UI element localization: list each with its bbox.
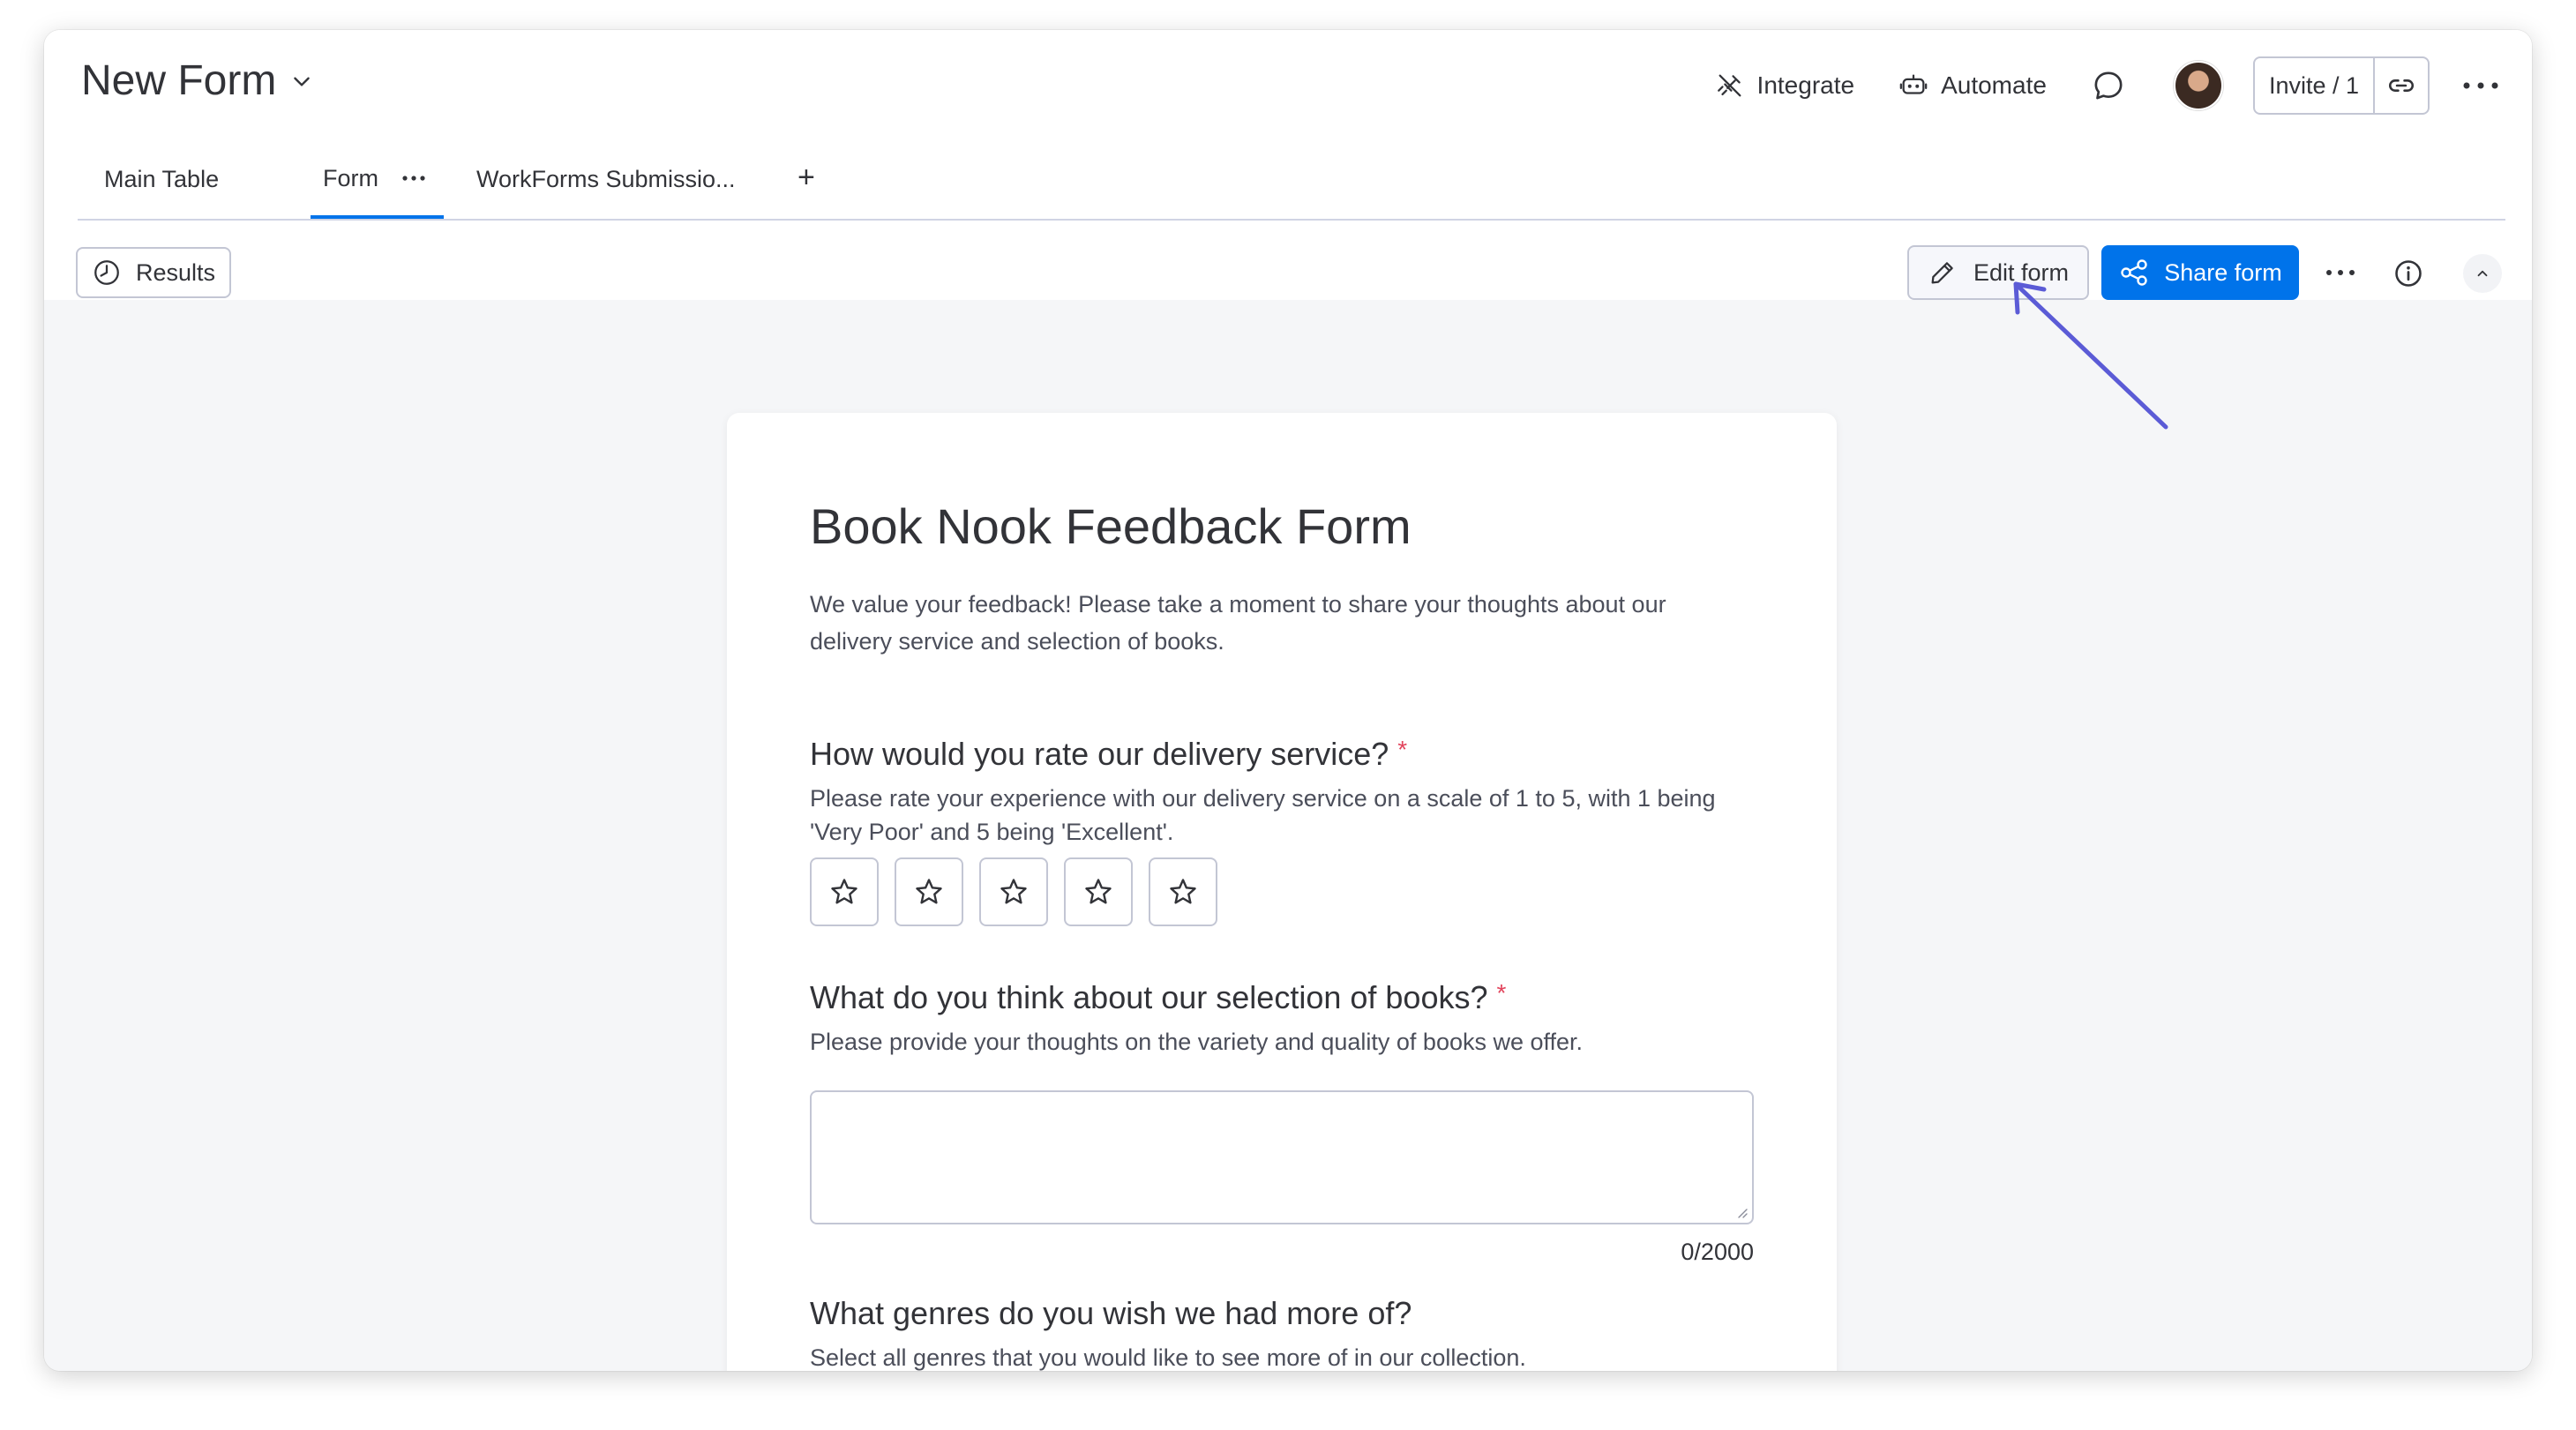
more-horizontal-icon[interactable] bbox=[2325, 268, 2355, 277]
required-mark: * bbox=[1496, 979, 1507, 1007]
form-description: We value your feedback! Please take a mo… bbox=[810, 591, 1666, 655]
rating-star-3[interactable] bbox=[979, 857, 1048, 926]
chat-bubble-icon[interactable] bbox=[2091, 68, 2126, 103]
invite-button[interactable]: Invite / 1 bbox=[2255, 58, 2375, 113]
question-title: What do you think about our selection of… bbox=[810, 979, 1506, 1016]
automate-button[interactable]: Automate bbox=[1898, 71, 2047, 101]
rating-star-1[interactable] bbox=[810, 857, 879, 926]
tab-main-table[interactable]: Main Table bbox=[78, 141, 245, 217]
more-horizontal-icon[interactable] bbox=[401, 175, 426, 182]
question-description: Please provide your thoughts on the vari… bbox=[810, 1029, 1584, 1055]
star-outline-icon bbox=[1170, 879, 1196, 904]
form-title: Book Nook Feedback Form bbox=[810, 498, 1412, 554]
integrate-label: Integrate bbox=[1756, 71, 1855, 99]
star-outline-icon bbox=[1000, 879, 1027, 904]
question-description: Select all genres that you would like to… bbox=[810, 1344, 1526, 1371]
annotation-arrow bbox=[2013, 281, 2168, 430]
chevron-up-icon bbox=[2477, 270, 2488, 277]
star-outline-icon bbox=[831, 879, 857, 904]
rating-star-2[interactable] bbox=[895, 857, 963, 926]
question-title-text: What genres do you wish we had more of? bbox=[810, 1295, 1412, 1331]
collapse-toolbar-button[interactable] bbox=[2463, 254, 2502, 293]
rating-star-4[interactable] bbox=[1064, 857, 1133, 926]
star-outline-icon bbox=[1085, 879, 1112, 904]
view-tabs: Main Table Form WorkForms Submissio... + bbox=[78, 141, 2505, 221]
link-icon bbox=[2389, 79, 2414, 92]
clock-icon bbox=[94, 260, 119, 285]
form-preview-canvas: Book Nook Feedback Form We value your fe… bbox=[44, 300, 2532, 1371]
board-title[interactable]: New Form bbox=[81, 56, 313, 105]
avatar[interactable] bbox=[2173, 61, 2223, 110]
question-title-text: How would you rate our delivery service? bbox=[810, 736, 1389, 772]
tab-label: WorkForms Submissio... bbox=[476, 165, 736, 192]
rating-star-5[interactable] bbox=[1149, 857, 1217, 926]
invite-group: Invite / 1 bbox=[2252, 56, 2430, 115]
integrate-button[interactable]: Integrate bbox=[1715, 71, 1855, 101]
character-counter: 0/2000 bbox=[1681, 1239, 1754, 1265]
board-header: New Form Integrate Automate Invite / 1 M… bbox=[44, 30, 2532, 302]
tab-label: Form bbox=[323, 164, 378, 191]
top-actions: Integrate Automate Invite / 1 bbox=[1715, 55, 2500, 116]
resize-handle-icon[interactable] bbox=[1734, 1205, 1749, 1219]
add-view-button[interactable]: + bbox=[798, 161, 815, 195]
rating-stars bbox=[810, 857, 1217, 926]
question-description: Please rate your experience with our del… bbox=[810, 785, 1716, 845]
app-window: New Form Integrate Automate Invite / 1 M… bbox=[44, 30, 2532, 1371]
tab-form[interactable]: Form bbox=[311, 141, 444, 219]
chevron-down-icon[interactable] bbox=[290, 70, 313, 93]
pencil-icon bbox=[1931, 262, 1953, 284]
question-title: What genres do you wish we had more of? bbox=[810, 1295, 1412, 1332]
question-title-text: What do you think about our selection of… bbox=[810, 979, 1488, 1015]
tab-label: Main Table bbox=[104, 165, 220, 192]
question-title: How would you rate our delivery service?… bbox=[810, 736, 1407, 773]
more-horizontal-icon[interactable] bbox=[2461, 79, 2500, 92]
integrate-icon bbox=[1717, 74, 1741, 97]
board-title-text: New Form bbox=[81, 57, 277, 104]
results-button[interactable]: Results bbox=[76, 247, 232, 298]
required-mark: * bbox=[1397, 736, 1408, 763]
star-outline-icon bbox=[916, 879, 942, 904]
info-icon[interactable] bbox=[2393, 258, 2424, 289]
form-card: Book Nook Feedback Form We value your fe… bbox=[727, 413, 1837, 1371]
copy-link-button[interactable] bbox=[2375, 58, 2428, 113]
tab-workforms-submissions[interactable]: WorkForms Submissio... bbox=[476, 141, 736, 217]
results-label: Results bbox=[136, 258, 216, 286]
automate-label: Automate bbox=[1941, 71, 2047, 99]
selection-feedback-textarea[interactable] bbox=[810, 1090, 1754, 1224]
robot-icon bbox=[1899, 74, 1928, 94]
